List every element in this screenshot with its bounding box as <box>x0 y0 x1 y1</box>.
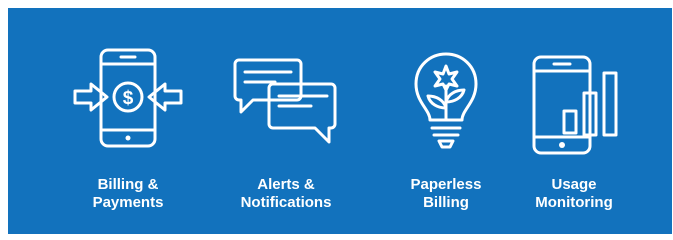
phone-dollar-arrows-icon: $ <box>73 48 183 148</box>
services-banner: $ Billing & Payments Alerts & Notificati… <box>8 8 672 234</box>
feature-label: Alerts & Notifications <box>240 176 332 211</box>
svg-text:$: $ <box>123 88 134 109</box>
feature-label: Paperless Billing <box>410 176 482 211</box>
feature-label: Usage Monitoring <box>535 176 613 211</box>
chat-bubbles-icon <box>233 58 337 144</box>
lightbulb-plant-icon <box>414 52 478 149</box>
feature-label: Billing & Payments <box>92 176 164 211</box>
phone-bar-chart-icon <box>532 55 618 155</box>
